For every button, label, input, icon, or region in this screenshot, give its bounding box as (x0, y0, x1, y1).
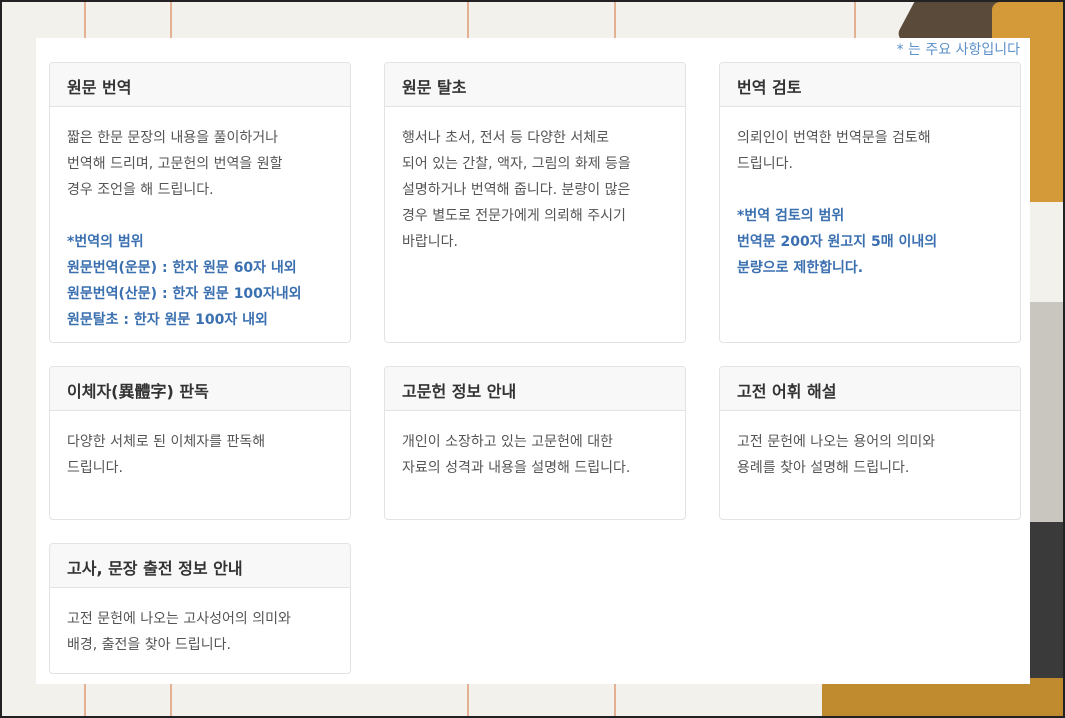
card-body: 다양한 서체로 된 이체자를 판독해 드립니다. (50, 411, 350, 481)
card-title: 고사, 문장 출전 정보 안내 (50, 544, 350, 588)
scope-line: 원문번역(산문) : 한자 원문 100자내외 (67, 286, 302, 302)
card-text-line: 설명하거나 번역해 줍니다. 분량이 많은 (402, 182, 631, 198)
card-body: 고전 문헌에 나오는 용어의 의미와 용례를 찾아 설명해 드립니다. (720, 411, 1020, 481)
card-title: 원문 탈초 (385, 63, 685, 107)
card-text-line: 번역해 드리며, 고문헌의 번역을 원할 (67, 156, 283, 172)
card-translation: 원문 번역 짧은 한문 문장의 내용을 풀이하거나 번역해 드리며, 고문헌의 … (49, 62, 351, 343)
card-body: 짧은 한문 문장의 내용을 풀이하거나 번역해 드리며, 고문헌의 번역을 원할… (50, 107, 350, 333)
card-body: 행서나 초서, 전서 등 다양한 서체로 되어 있는 간찰, 액자, 그림의 화… (385, 107, 685, 255)
card-text-line: 드립니다. (737, 156, 793, 172)
scope-line: *번역 검토의 범위 (737, 208, 845, 224)
card-title: 고전 어휘 해설 (720, 367, 1020, 411)
scope-line: 원문탈초 : 한자 원문 100자 내외 (67, 312, 268, 328)
card-body: 의뢰인이 번역한 번역문을 검토해 드립니다. *번역 검토의 범위 번역문 2… (720, 107, 1020, 281)
card-text-line: 의뢰인이 번역한 번역문을 검토해 (737, 130, 931, 146)
card-scope: *번역의 범위 원문번역(운문) : 한자 원문 60자 내외 원문번역(산문)… (67, 229, 333, 333)
service-panel: * 는 주요 사항입니다 원문 번역 짧은 한문 문장의 내용을 풀이하거나 번… (36, 38, 1030, 684)
card-variant-characters: 이체자(異體字) 판독 다양한 서체로 된 이체자를 판독해 드립니다. (49, 366, 351, 520)
card-classical-vocabulary: 고전 어휘 해설 고전 문헌에 나오는 용어의 의미와 용례를 찾아 설명해 드… (719, 366, 1021, 520)
card-review: 번역 검토 의뢰인이 번역한 번역문을 검토해 드립니다. *번역 검토의 범위… (719, 62, 1021, 343)
card-title: 이체자(異體字) 판독 (50, 367, 350, 411)
scope-line: *번역의 범위 (67, 234, 144, 250)
card-text-line: 행서나 초서, 전서 등 다양한 서체로 (402, 130, 610, 146)
scope-line: 원문번역(운문) : 한자 원문 60자 내외 (67, 260, 297, 276)
card-body: 개인이 소장하고 있는 고문헌에 대한 자료의 성격과 내용을 설명해 드립니다… (385, 411, 685, 481)
key-notice: * 는 주요 사항입니다 (896, 42, 1020, 58)
card-title: 고문헌 정보 안내 (385, 367, 685, 411)
card-text-line: 고전 문헌에 나오는 용어의 의미와 (737, 434, 936, 450)
card-text-line: 용례를 찾아 설명해 드립니다. (737, 460, 910, 476)
card-text-line: 경우 별도로 전문가에게 의뢰해 주시기 (402, 208, 626, 224)
card-transcription: 원문 탈초 행서나 초서, 전서 등 다양한 서체로 되어 있는 간찰, 액자,… (384, 62, 686, 343)
card-text-line: 자료의 성격과 내용을 설명해 드립니다. (402, 460, 631, 476)
card-title: 번역 검토 (720, 63, 1020, 107)
card-text-line: 개인이 소장하고 있는 고문헌에 대한 (402, 434, 613, 450)
card-idiom-source-info: 고사, 문장 출전 정보 안내 고전 문헌에 나오는 고사성어의 의미와 배경,… (49, 543, 351, 674)
card-text-line: 고전 문헌에 나오는 고사성어의 의미와 (67, 611, 291, 627)
card-text-line: 짧은 한문 문장의 내용을 풀이하거나 (67, 130, 278, 146)
scope-line: 번역문 200자 원고지 5매 이내의 (737, 234, 938, 250)
card-body: 고전 문헌에 나오는 고사성어의 의미와 배경, 출전을 찾아 드립니다. (50, 588, 350, 658)
scope-line: 분량으로 제한합니다. (737, 260, 864, 276)
card-scope: *번역 검토의 범위 번역문 200자 원고지 5매 이내의 분량으로 제한합니… (737, 203, 1003, 281)
card-text-line: 다양한 서체로 된 이체자를 판독해 (67, 434, 266, 450)
card-text-line: 바랍니다. (402, 234, 458, 250)
card-text-line: 되어 있는 간찰, 액자, 그림의 화제 등을 (402, 156, 631, 172)
card-text-line: 경우 조언을 해 드립니다. (67, 182, 214, 198)
card-old-document-info: 고문헌 정보 안내 개인이 소장하고 있는 고문헌에 대한 자료의 성격과 내용… (384, 366, 686, 520)
card-title: 원문 번역 (50, 63, 350, 107)
card-text-line: 배경, 출전을 찾아 드립니다. (67, 637, 231, 653)
card-text-line: 드립니다. (67, 460, 123, 476)
